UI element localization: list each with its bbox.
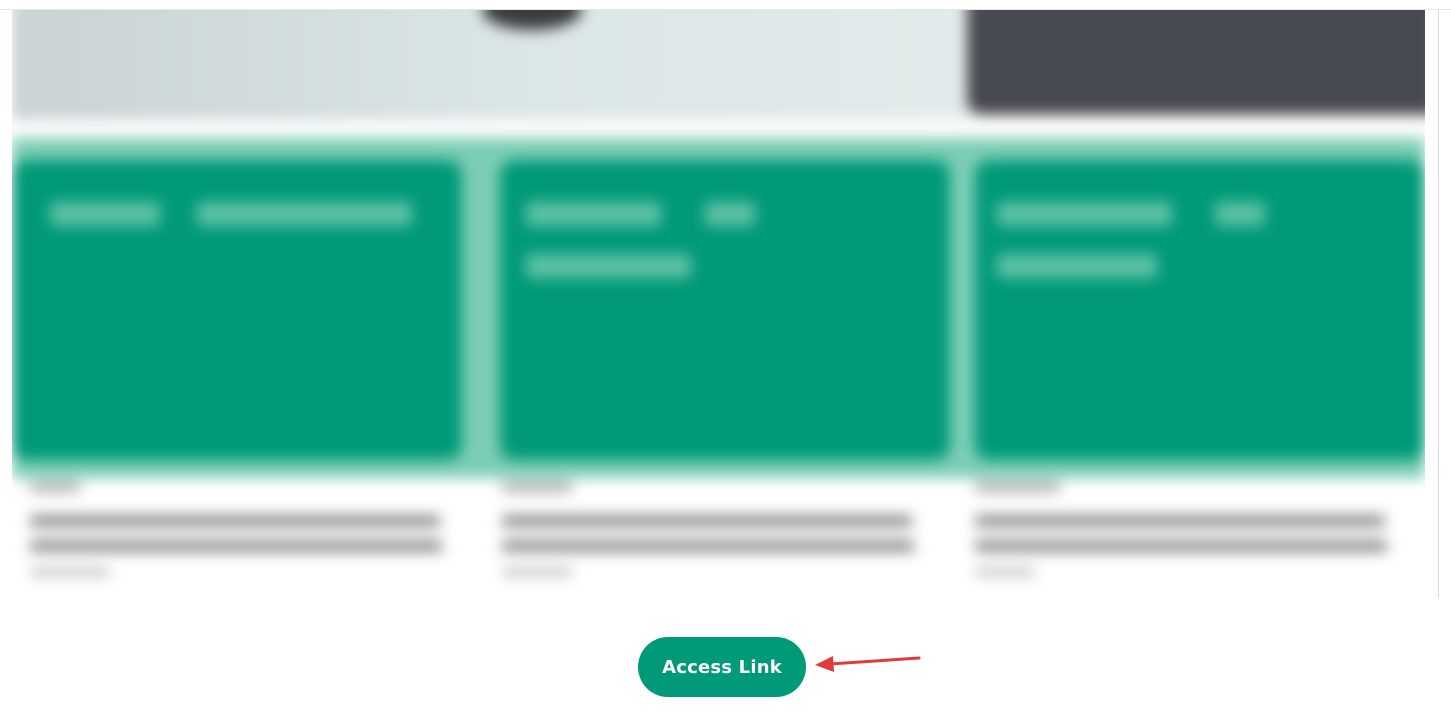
- card-meta-line: [502, 482, 572, 492]
- card-title-bar: [997, 202, 1172, 226]
- blurred-preview-content: [12, 10, 1425, 598]
- access-link-button[interactable]: Access Link: [638, 637, 806, 697]
- blurred-page-preview: [12, 10, 1425, 598]
- card-title-bar: [197, 202, 412, 226]
- card-text-line: [502, 515, 912, 527]
- card-meta-line: [30, 482, 80, 492]
- blurred-card-2: [500, 160, 950, 460]
- card-title-bar: [50, 202, 160, 226]
- banner-image-dark: [967, 10, 1425, 115]
- top-divider: [0, 0, 1451, 10]
- blurred-card-1: [12, 160, 462, 460]
- card-text-line: [502, 540, 914, 552]
- card-meta-line: [502, 568, 572, 576]
- card-meta-line: [975, 482, 1060, 492]
- scrollbar-track: [1438, 10, 1439, 610]
- card-text-line: [975, 540, 1387, 552]
- card-text-line: [30, 515, 440, 527]
- card-title-bar: [526, 202, 661, 226]
- card-meta-line: [975, 568, 1035, 576]
- page: Access Link: [0, 0, 1451, 715]
- blurred-card-3: [975, 160, 1425, 460]
- banner-image-light: [12, 10, 972, 120]
- card-text-line: [30, 540, 442, 552]
- card-title-bar: [705, 202, 755, 226]
- card-title-bar: [997, 254, 1157, 278]
- card-title-bar: [526, 254, 691, 278]
- card-meta-line: [30, 568, 110, 576]
- card-title-bar: [1215, 202, 1265, 226]
- card-text-line: [975, 515, 1385, 527]
